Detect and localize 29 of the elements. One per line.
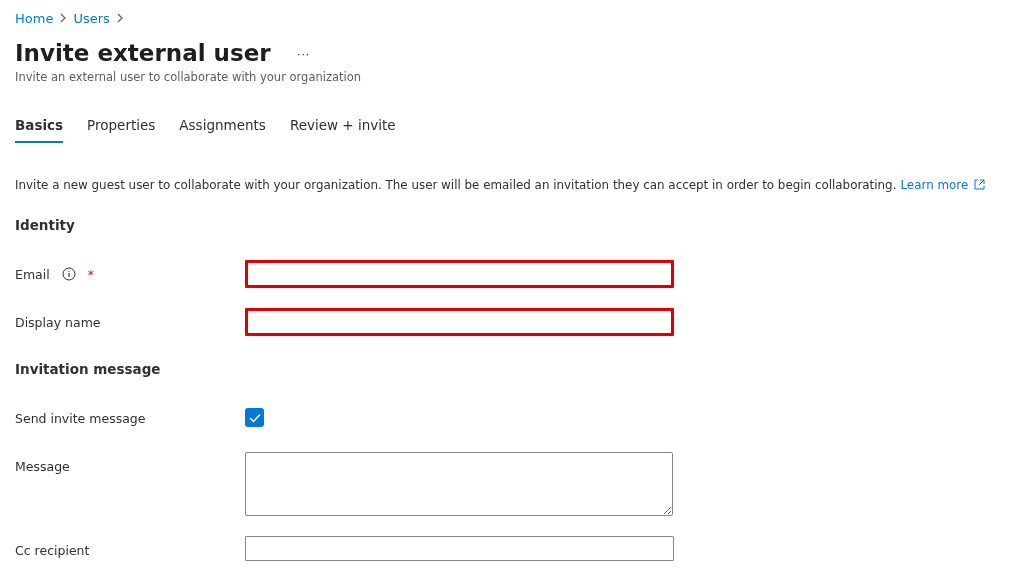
chevron-right-icon — [59, 13, 68, 23]
field-label: Display name — [15, 314, 101, 330]
field-label: Cc recipient — [15, 542, 90, 558]
more-button[interactable]: ··· — [292, 45, 314, 61]
external-link-icon — [974, 179, 986, 190]
field-label: Message — [15, 458, 70, 474]
page-subtitle: Invite an external user to collaborate with your organization — [15, 70, 363, 84]
field-label: Send invite message — [15, 410, 146, 426]
tab[interactable]: Properties — [87, 117, 156, 143]
breadcrumb-link[interactable]: Home — [15, 10, 54, 26]
message-field[interactable] — [245, 452, 673, 516]
section-heading: Identity — [15, 217, 76, 233]
learn-more-link[interactable]: Learn more — [900, 178, 969, 192]
description-text: Invite a new guest user to collaborate with your organization. The user will be emailed an invitation they can accept in order to begin collaborating. — [15, 178, 897, 192]
field-label: Email — [15, 266, 50, 282]
page-title: Invite external user — [15, 40, 271, 66]
text-field[interactable] — [245, 260, 674, 288]
section-heading: Invitation message — [15, 361, 162, 377]
checkmark-icon — [248, 412, 261, 423]
chevron-right-icon — [115, 13, 124, 23]
required-asterisk: * — [87, 266, 94, 282]
tab[interactable]: Basics — [15, 117, 64, 143]
text-field[interactable] — [245, 536, 674, 561]
tab[interactable]: Review + invite — [289, 117, 396, 143]
breadcrumb-link[interactable]: Users — [73, 10, 110, 26]
checkbox[interactable] — [245, 408, 264, 427]
info-icon[interactable] — [61, 267, 76, 281]
tab[interactable]: Assignments — [179, 117, 266, 143]
text-field[interactable] — [245, 308, 674, 336]
